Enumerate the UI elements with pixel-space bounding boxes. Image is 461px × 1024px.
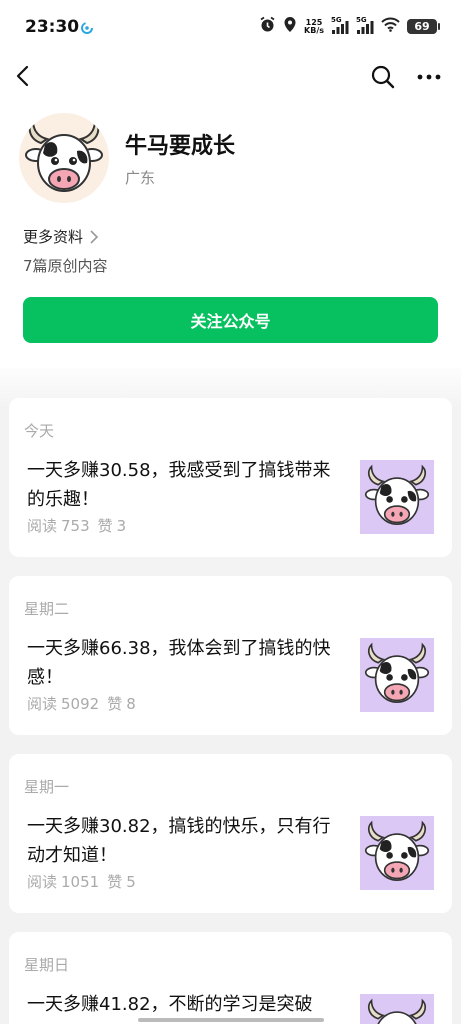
reads-count: 753 xyxy=(61,517,90,535)
net-speed-unit: KB/s xyxy=(304,25,324,35)
follow-button[interactable]: 关注公众号 xyxy=(23,297,438,343)
article-thumbnail[interactable] xyxy=(360,994,434,1024)
location-icon xyxy=(283,16,297,37)
article-card[interactable]: 星期一 一天多赚30.82，搞钱的快乐，只有行动才知道！ 阅读 1051 赞 5 xyxy=(9,754,452,913)
avatar[interactable] xyxy=(19,113,109,203)
more-dots-icon xyxy=(417,74,441,80)
article-feed: 今天 一天多赚30.58，我感受到了搞钱带来的乐趣！ 阅读 753 赞 3 星期二 一… xyxy=(0,368,461,1024)
alarm-icon xyxy=(259,16,276,37)
search-icon xyxy=(371,65,395,89)
article-title[interactable]: 一天多赚66.38，我体会到了搞钱的快感！ xyxy=(27,634,347,692)
article-day: 星期一 xyxy=(24,778,70,796)
reads-count: 5092 xyxy=(61,695,100,713)
cow-thumbnail-icon xyxy=(368,998,426,1024)
search-button[interactable] xyxy=(370,64,396,90)
reads-label: 阅读 xyxy=(27,517,58,535)
article-thumbnail[interactable] xyxy=(360,460,434,534)
wifi-icon xyxy=(381,17,400,36)
home-indicator[interactable] xyxy=(138,1018,324,1022)
cow-avatar-icon xyxy=(25,118,103,192)
article-title[interactable]: 一天多赚30.82，搞钱的快乐，只有行动才知道！ xyxy=(27,812,347,870)
signal-icon: 5G xyxy=(356,15,374,35)
original-count: 7篇原创内容 xyxy=(23,257,108,275)
signal-tag: 5G xyxy=(356,15,367,24)
likes-label: 赞 xyxy=(97,517,113,535)
likes-count: 8 xyxy=(126,695,136,713)
likes-count: 5 xyxy=(126,873,136,891)
article-day: 星期日 xyxy=(24,956,70,974)
status-time: 23:30 xyxy=(25,17,80,37)
chevron-left-icon xyxy=(16,65,29,87)
article-day: 今天 xyxy=(24,422,55,440)
more-info-link[interactable]: 更多资料 xyxy=(23,226,99,247)
reads-label: 阅读 xyxy=(27,873,58,891)
article-card[interactable]: 今天 一天多赚30.58，我感受到了搞钱带来的乐趣！ 阅读 753 赞 3 xyxy=(9,398,452,557)
status-bar: 23:30 125 KB/s 5G 5G 69 xyxy=(0,0,461,56)
reads-label: 阅读 xyxy=(27,695,58,713)
article-thumbnail[interactable] xyxy=(360,638,434,712)
cow-thumbnail-icon xyxy=(364,820,430,881)
signal-icon: 5G xyxy=(331,15,349,35)
article-stats: 阅读 1051 赞 5 xyxy=(27,871,136,892)
article-title[interactable]: 一天多赚30.58，我感受到了搞钱带来的乐趣！ xyxy=(27,456,347,514)
battery-icon: 69 xyxy=(407,19,440,34)
likes-label: 赞 xyxy=(107,873,123,891)
chevron-right-icon xyxy=(90,229,99,244)
article-day: 星期二 xyxy=(24,600,70,618)
article-stats: 阅读 5092 赞 8 xyxy=(27,693,136,714)
article-thumbnail[interactable] xyxy=(360,816,434,890)
net-speed: 125 KB/s xyxy=(304,18,324,35)
cow-thumbnail-icon xyxy=(364,642,430,703)
likes-count: 3 xyxy=(116,517,127,535)
status-icons: 125 KB/s 5G 5G 69 xyxy=(259,15,440,37)
more-info-label: 更多资料 xyxy=(23,228,84,246)
article-card[interactable]: 星期二 一天多赚66.38，我体会到了搞钱的快感！ 阅读 5092 赞 8 xyxy=(9,576,452,735)
account-name: 牛马要成长 xyxy=(125,134,236,159)
article-title[interactable]: 一天多赚41.82，不断的学习是突破 xyxy=(27,990,347,1019)
article-stats: 阅读 753 赞 3 xyxy=(27,515,126,536)
article-card[interactable]: 星期日 一天多赚41.82，不断的学习是突破 xyxy=(9,932,452,1024)
signal-tag: 5G xyxy=(331,15,342,24)
cow-thumbnail-icon xyxy=(364,464,430,525)
sync-icon xyxy=(80,20,94,39)
likes-label: 赞 xyxy=(107,695,123,713)
reads-count: 1051 xyxy=(61,873,100,891)
back-button[interactable] xyxy=(12,62,36,90)
more-button[interactable] xyxy=(415,64,443,90)
account-region: 广东 xyxy=(125,169,156,187)
